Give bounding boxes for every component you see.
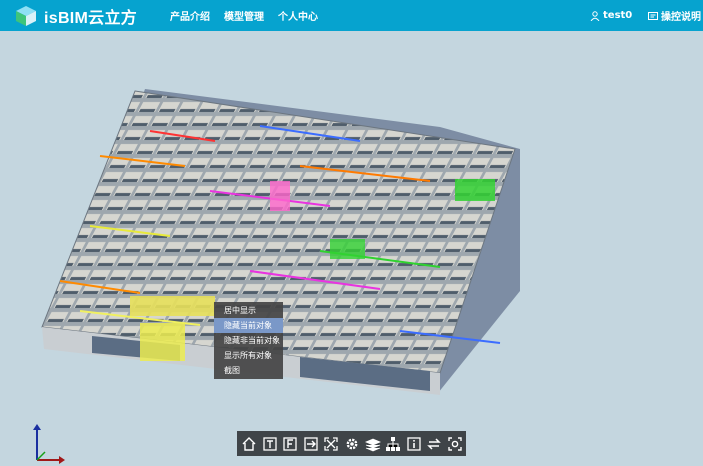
home-button[interactable] — [240, 434, 259, 454]
info-button[interactable] — [404, 434, 423, 454]
section-icon — [304, 436, 318, 451]
info-icon — [406, 436, 421, 451]
nav-item-profile[interactable]: 个人中心 — [278, 8, 318, 23]
fullscreen-icon — [324, 436, 339, 451]
model-tree-button[interactable] — [384, 434, 403, 454]
bim-viewport[interactable] — [0, 31, 703, 466]
settings-icon — [346, 438, 358, 449]
help-label: 操控说明 — [661, 12, 701, 23]
swap-icon — [427, 437, 441, 450]
top-view-button[interactable] — [261, 434, 280, 454]
screenshot-icon — [448, 436, 462, 451]
layers-icon — [364, 438, 381, 451]
front-view-icon — [283, 436, 298, 451]
user-icon — [590, 10, 600, 21]
bim-model-3d[interactable] — [0, 31, 703, 466]
swap-button[interactable] — [425, 434, 444, 454]
top-view-icon — [263, 436, 277, 451]
nav-item-products[interactable]: 产品介绍 — [170, 8, 210, 23]
nav-item-models[interactable]: 模型管理 — [224, 8, 264, 23]
front-view-button[interactable] — [281, 434, 300, 454]
cube-logo-icon — [16, 6, 36, 26]
user-menu[interactable]: test0 — [590, 0, 632, 31]
menu-show-all[interactable]: 显示所有对象 — [214, 348, 283, 363]
context-menu: 居中显示 隐藏当前对象 隐藏非当前对象 显示所有对象 截图 — [214, 302, 283, 379]
logo[interactable]: isBIM云立方 — [14, 4, 137, 28]
user-name: test0 — [603, 10, 633, 21]
fullscreen-button[interactable] — [322, 434, 341, 454]
app-title: isBIM云立方 — [44, 10, 138, 27]
axis-gizmo — [33, 424, 65, 464]
menu-hide-current[interactable]: 隐藏当前对象 — [214, 318, 283, 333]
help-icon — [648, 11, 658, 20]
viewer-toolbar — [237, 431, 466, 456]
section-button[interactable] — [302, 434, 321, 454]
menu-hide-others[interactable]: 隐藏非当前对象 — [214, 333, 283, 348]
menu-center-view[interactable]: 居中显示 — [214, 303, 283, 318]
top-navbar: isBIM云立方 产品介绍 模型管理 个人中心 test0 操控说明 — [0, 0, 703, 31]
main-nav: 产品介绍 模型管理 个人中心 — [170, 0, 332, 31]
home-icon — [242, 436, 256, 451]
layers-button[interactable] — [363, 434, 382, 454]
help-link[interactable]: 操控说明 — [648, 0, 701, 31]
screenshot-button[interactable] — [445, 434, 464, 454]
tree-icon — [386, 436, 401, 451]
settings-button[interactable] — [343, 434, 362, 454]
menu-screenshot[interactable]: 截图 — [214, 363, 283, 378]
